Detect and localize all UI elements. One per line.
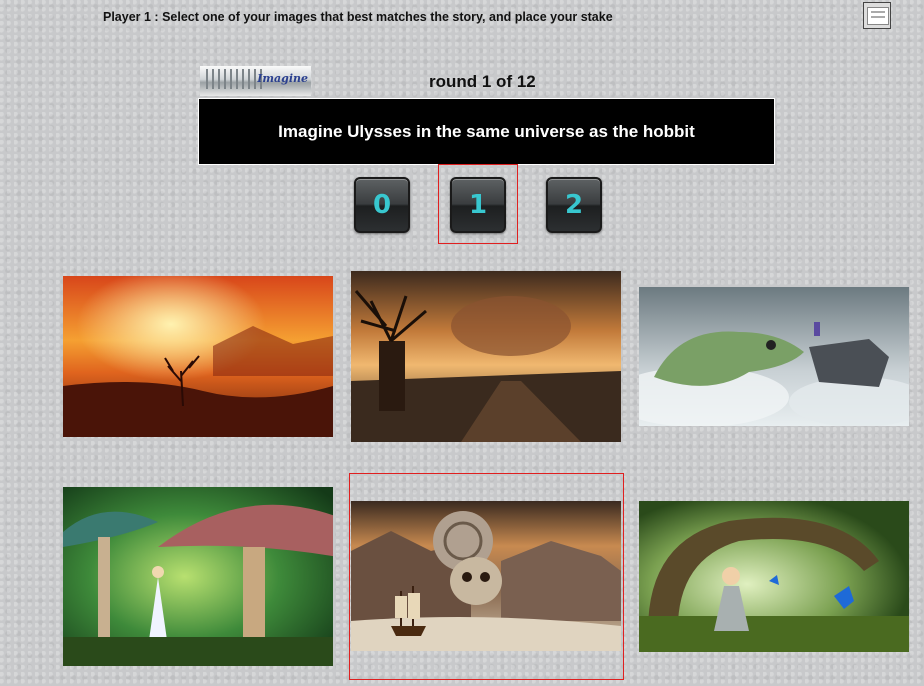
baobab-storm-image bbox=[351, 271, 621, 442]
stake-label: 2 bbox=[564, 190, 584, 220]
stake-button-0[interactable]: 0 bbox=[354, 177, 410, 233]
instruction-text: Player 1 : Select one of your images tha… bbox=[103, 10, 613, 24]
story-box: Imagine Ulysses in the same universe as … bbox=[198, 98, 775, 165]
sunset-tree-image bbox=[63, 276, 333, 437]
stake-button-2[interactable]: 2 bbox=[546, 177, 602, 233]
stake-selection-frame bbox=[438, 164, 518, 244]
image-card-1[interactable] bbox=[63, 276, 333, 437]
fairy-tree-image bbox=[639, 501, 909, 652]
image-card-2[interactable] bbox=[351, 271, 621, 442]
round-indicator: round 1 of 12 bbox=[429, 72, 536, 91]
window-icon bbox=[867, 7, 889, 25]
menu-button[interactable] bbox=[863, 2, 891, 29]
mushroom-forest-image bbox=[63, 487, 333, 666]
image-card-6[interactable] bbox=[639, 501, 909, 652]
image-card-3[interactable] bbox=[639, 287, 909, 426]
card-selection-frame bbox=[349, 473, 624, 680]
image-card-4[interactable] bbox=[63, 487, 333, 666]
logo-text: Imagine bbox=[257, 72, 308, 85]
story-text: Imagine Ulysses in the same universe as … bbox=[278, 121, 695, 141]
logo: Imagine bbox=[200, 66, 311, 96]
stake-label: 0 bbox=[372, 190, 392, 220]
lizard-cliff-image bbox=[639, 287, 909, 426]
